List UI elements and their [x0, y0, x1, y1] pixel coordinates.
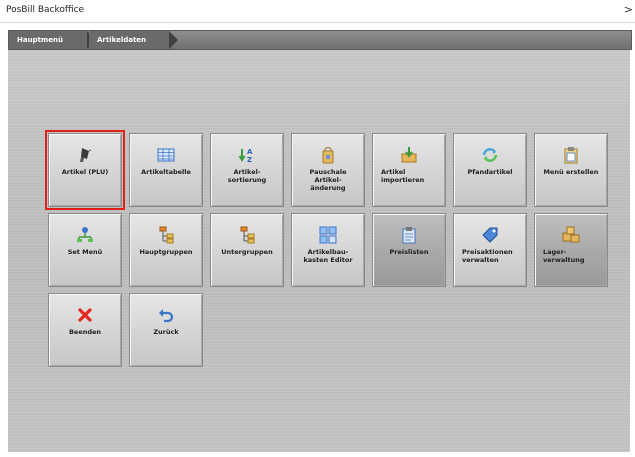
import-box-icon: [373, 146, 445, 164]
tile-zurueck[interactable]: Zurück: [129, 293, 203, 367]
scanner-icon: [49, 146, 121, 164]
breadcrumb-item-artikeldaten[interactable]: Artikeldaten: [89, 31, 178, 49]
window-title: PosBill Backoffice: [6, 5, 85, 15]
tile-label: Pauschale Artikel-änderung: [309, 168, 347, 192]
tile-artikelbau-kasten-editor[interactable]: Artikelbau-kasten Editor: [291, 213, 365, 287]
tile-label: Artikeltabelle: [141, 168, 191, 176]
bag-icon: [292, 146, 364, 164]
tile-artikeltabelle[interactable]: Artikeltabelle: [129, 133, 203, 207]
hierarchy-icon: [49, 226, 121, 244]
tile-label: Artikel importieren: [381, 168, 425, 184]
svg-text:A: A: [247, 148, 253, 156]
tile-artikel-importieren[interactable]: Artikel importieren: [372, 133, 446, 207]
tile-label: Artikel (PLU): [61, 168, 109, 176]
tile-hauptgruppen[interactable]: Hauptgruppen: [129, 213, 203, 287]
tile-pauschale-artikel-aenderung[interactable]: Pauschale Artikel-änderung: [291, 133, 365, 207]
clipboard-icon: [535, 146, 607, 164]
tile-beenden[interactable]: Beenden: [48, 293, 122, 367]
breadcrumb: Hauptmenü Artikeldaten: [8, 30, 632, 50]
tile-pfandartikel[interactable]: Pfandartikel: [453, 133, 527, 207]
undo-arrow-icon: [130, 306, 202, 324]
boxes-icon: [535, 226, 607, 244]
tile-label: Hauptgruppen: [139, 248, 193, 256]
tile-label: Lager-verwaltung: [543, 248, 585, 264]
tile-label: Preisaktionen verwalten: [462, 248, 513, 264]
tile-set-menue[interactable]: Set Menü: [48, 213, 122, 287]
tile-menue-erstellen[interactable]: Menü erstellen: [534, 133, 608, 207]
tile-lager-verwaltung[interactable]: Lager-verwaltung: [534, 213, 608, 287]
tile-label: Artikel-sortierung: [227, 168, 267, 184]
price-tag-icon: [454, 226, 526, 244]
close-x-icon: [49, 306, 121, 324]
price-list-icon: [373, 226, 445, 244]
tile-untergruppen[interactable]: Untergruppen: [210, 213, 284, 287]
tree-icon: [130, 226, 202, 244]
svg-text:Z: Z: [247, 156, 252, 164]
tile-preisaktionen-verwalten[interactable]: Preisaktionen verwalten: [453, 213, 527, 287]
tile-label: Preislisten: [389, 248, 429, 256]
tile-label: Artikelbau-kasten Editor: [303, 248, 353, 264]
table-icon: [130, 146, 202, 164]
tile-label: Zurück: [153, 328, 179, 336]
tile-preislisten[interactable]: Preislisten: [372, 213, 446, 287]
tile-artikel-plu[interactable]: Artikel (PLU): [45, 130, 125, 210]
grid-blocks-icon: [292, 226, 364, 244]
tile-label: Pfandartikel: [467, 168, 513, 176]
tile-artikel-sortierung[interactable]: A Z Artikel-sortierung: [210, 133, 284, 207]
tile-label: Set Menü: [67, 248, 103, 256]
breadcrumb-item-hauptmenue[interactable]: Hauptmenü: [9, 31, 96, 49]
tile-label: Beenden: [68, 328, 102, 336]
close-icon[interactable]: >: [624, 3, 633, 16]
tile-label: Menü erstellen: [543, 168, 599, 176]
tree-icon: [211, 226, 283, 244]
main-panel: Artikel (PLU) Artikeltabelle A Z Artikel-sor…: [8, 50, 630, 452]
tile-label: Untergruppen: [221, 248, 273, 256]
sort-az-icon: AZ: [211, 146, 283, 164]
title-bar: PosBill Backoffice >: [0, 0, 635, 23]
recycle-icon: [454, 146, 526, 164]
